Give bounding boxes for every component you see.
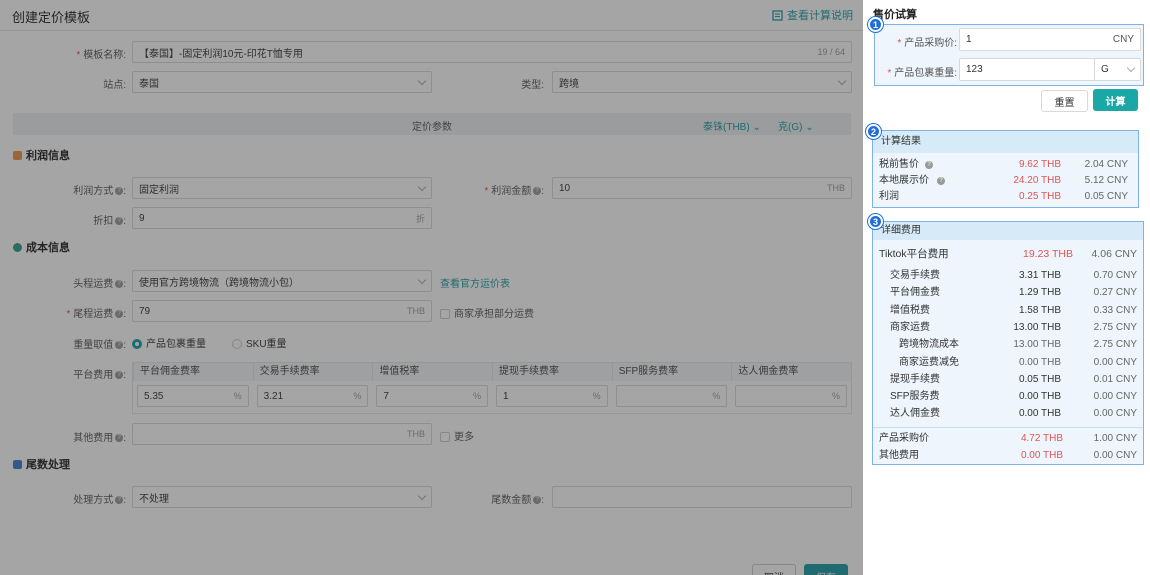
reset-button[interactable]: 重置 (1041, 90, 1088, 112)
detail-fees-box: 详细费用 Tiktok平台费用 19.23 THB 4.06 CNY 交易手续费… (872, 221, 1144, 465)
results-title: 计算结果 (873, 131, 1138, 153)
step-badge-3: 3 (868, 214, 883, 229)
calc-input-box: * 产品采购价: 1 CNY * 产品包裹重量: 123 G (874, 24, 1144, 86)
detail-fee-row: 平台佣金费 1.29 THB 0.27 CNY (890, 287, 1137, 299)
detail-fee-row: 达人佣金费 0.00 THB 0.00 CNY (890, 408, 1137, 420)
chevron-down-icon (1126, 63, 1136, 73)
detail-fee-row: 提现手续费 0.05 THB 0.01 CNY (890, 373, 1137, 385)
pricing-template-form: 创建定价模板 查看计算说明 * 模板名称: 【泰国】-固定利润10元-印花T恤专用… (0, 0, 863, 575)
detail-fee-row: 增值税费 1.58 THB 0.33 CNY (890, 304, 1137, 316)
package-weight-label: * 产品包裹重量: (887, 68, 957, 79)
details-divider (873, 427, 1143, 428)
price-calculator-panel: 售价试算 * 产品采购价: 1 CNY * 产品包裹重量: 123 G 1 重置 计算… (863, 0, 1150, 575)
step-badge-2: 2 (866, 124, 881, 139)
tiktok-fee-row: Tiktok平台费用 19.23 THB 4.06 CNY (879, 248, 1137, 260)
step-badge-1: 1 (868, 17, 883, 32)
result-row: 税前售价? 9.62 THB 2.04 CNY (879, 159, 1128, 170)
help-icon: ? (925, 161, 933, 169)
calculate-button[interactable]: 计算 (1093, 89, 1138, 111)
other-fee-row: 其他费用 0.00 THB 0.00 CNY (879, 450, 1137, 461)
purchase-price-label: * 产品采购价: (897, 38, 957, 49)
details-title: 详细费用 (873, 222, 1143, 240)
detail-fee-row: SFP服务费 0.00 THB 0.00 CNY (890, 391, 1137, 403)
detail-fee-row: 商家运费减免 0.00 THB 0.00 CNY (899, 356, 1137, 368)
result-row: 本地展示价? 24.20 THB 5.12 CNY (879, 175, 1128, 186)
calc-results-box: 计算结果 税前售价? 9.62 THB 2.04 CNY 本地展示价? 24.20 TH… (872, 130, 1139, 208)
modal-overlay (0, 0, 863, 575)
purchase-price-row: 产品采购价 4.72 THB 1.00 CNY (879, 433, 1137, 444)
detail-fee-row: 商家运费 13.00 THB 2.75 CNY (890, 321, 1137, 333)
help-icon: ? (937, 177, 945, 185)
detail-fee-row: 交易手续费 3.31 THB 0.70 CNY (890, 270, 1137, 281)
purchase-price-input[interactable]: 1 CNY (959, 28, 1141, 51)
detail-fee-row: 跨境物流成本 13.00 THB 2.75 CNY (899, 339, 1137, 351)
package-weight-input[interactable]: 123 (959, 58, 1095, 81)
weight-unit-select[interactable]: G (1094, 58, 1141, 81)
result-row: 利润 0.25 THB 0.05 CNY (879, 191, 1128, 202)
